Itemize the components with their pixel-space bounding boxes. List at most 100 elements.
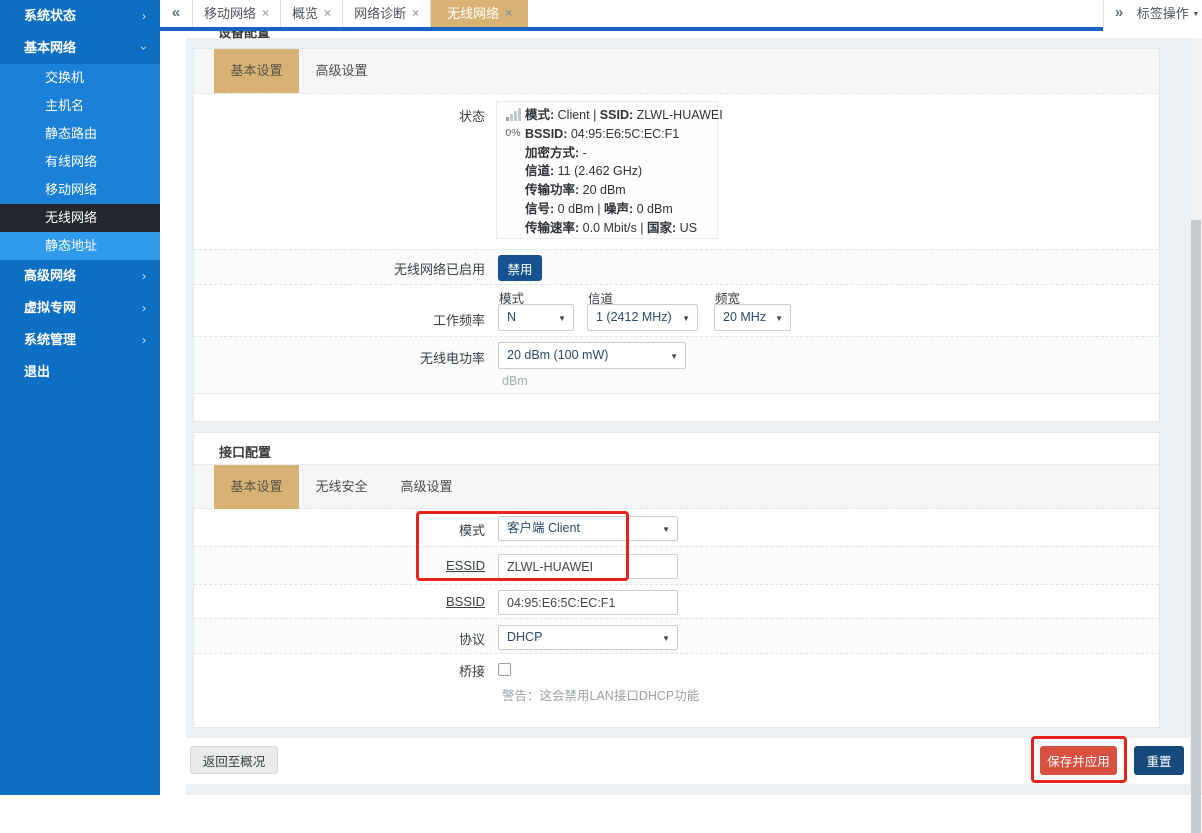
collapse-tabs-icon[interactable]: « <box>160 0 192 27</box>
interface-config-tabrow: 基本设置 无线安全 高级设置 <box>194 464 1159 509</box>
sidebar-item-label: 高级网络 <box>24 268 76 283</box>
close-icon[interactable]: × <box>262 0 269 27</box>
back-to-overview-button[interactable]: 返回至概况 <box>190 746 278 774</box>
top-tab-bar: « 移动网络×概览×网络诊断×无线网络× » 标签操作 ▼ <box>160 0 1202 31</box>
freq-channel-select[interactable]: 1 (2412 MHz) ▼ <box>587 304 698 331</box>
tab-label: 无线网络 <box>447 0 499 27</box>
mode-value: 客户端 Client <box>507 521 580 535</box>
freq-mode-value: N <box>507 310 516 324</box>
interface-config-panel: 接口配置 基本设置 无线安全 高级设置 模式 客户端 Client ▼ ESSI… <box>193 432 1160 728</box>
sidebar-item-静态路由[interactable]: 静态路由 <box>0 120 160 148</box>
chevron-down-icon: ▼ <box>670 343 678 369</box>
tab-interface-advanced[interactable]: 高级设置 <box>384 465 469 509</box>
chevron-down-icon: ▼ <box>662 626 670 650</box>
top-tab-移动网络[interactable]: 移动网络× <box>192 0 281 27</box>
scrollbar-track[interactable] <box>1190 38 1202 795</box>
top-tab-网络诊断[interactable]: 网络诊断× <box>343 0 431 27</box>
status-box: 0% 模式: Client | SSID: ZLWL-HUAWEIBSSID: … <box>496 101 718 239</box>
freq-channel-value: 1 (2412 MHz) <box>596 310 672 324</box>
chevron-right-icon: › <box>142 260 146 292</box>
status-line: 加密方式: - <box>525 144 723 163</box>
sidebar-item-label: 有线网络 <box>45 154 97 169</box>
sidebar-item-label: 移动网络 <box>45 182 97 197</box>
sidebar-item-有线网络[interactable]: 有线网络 <box>0 148 160 176</box>
operating-frequency-label: 工作频率 <box>194 310 491 329</box>
chevron-right-icon: › <box>142 0 146 32</box>
card1-footer-pad <box>194 393 1159 421</box>
bssid-row: BSSID <box>194 584 1159 618</box>
signal-indicator: 0% <box>503 108 523 139</box>
freq-mode-select[interactable]: N ▼ <box>498 304 574 331</box>
sidebar-item-label: 系统状态 <box>24 8 76 23</box>
chevron-down-icon: ▼ <box>1192 11 1199 18</box>
radio-power-select[interactable]: 20 dBm (100 mW) ▼ <box>498 342 686 369</box>
operating-frequency-row: 工作频率 模式 N ▼ 信道 1 (2412 MHz) ▼ 频宽 20 MHz … <box>194 284 1159 336</box>
content-background: 设备配置 基本设置 高级设置 状态 <box>186 38 1190 795</box>
disable-button[interactable]: 禁用 <box>498 255 542 281</box>
tab-device-advanced[interactable]: 高级设置 <box>299 49 384 93</box>
radio-power-unit-hint: dBm <box>502 374 528 388</box>
status-label: 状态 <box>194 106 491 125</box>
tab-operations-menu[interactable]: 标签操作 ▼ <box>1134 0 1202 27</box>
sidebar-item-主机名[interactable]: 主机名 <box>0 92 160 120</box>
status-line: 信道: 11 (2.462 GHz) <box>525 162 723 181</box>
tab-bar-underline <box>160 27 1103 31</box>
tab-interface-basic[interactable]: 基本设置 <box>214 465 299 509</box>
device-config-title: 设备配置 <box>218 31 270 41</box>
tab-label: 网络诊断 <box>354 0 406 27</box>
tab-device-basic[interactable]: 基本设置 <box>214 49 299 93</box>
close-icon[interactable]: × <box>412 0 419 27</box>
sidebar-item-高级网络[interactable]: 高级网络 › <box>0 260 160 292</box>
sidebar-item-label: 交换机 <box>45 70 84 85</box>
status-line: 传输功率: 20 dBm <box>525 181 723 200</box>
bssid-input[interactable] <box>498 590 678 615</box>
close-icon[interactable]: × <box>505 0 512 27</box>
protocol-select[interactable]: DHCP ▼ <box>498 625 678 650</box>
status-row: 状态 0% 模式: Client | SSID: ZLWL-HUAWEIBSSI… <box>194 94 1159 249</box>
status-lines: 模式: Client | SSID: ZLWL-HUAWEIBSSID: 04:… <box>525 106 723 238</box>
sidebar-item-静态地址[interactable]: 静态地址 <box>0 232 160 260</box>
chevron-down-icon: ▼ <box>662 517 670 541</box>
chevron-down-icon: ▼ <box>775 305 783 331</box>
mode-row: 模式 客户端 Client ▼ <box>194 511 1159 546</box>
sidebar-item-label: 系统管理 <box>24 332 76 347</box>
bridge-checkbox[interactable] <box>498 663 511 676</box>
essid-row: ESSID <box>194 546 1159 584</box>
top-tab-概览[interactable]: 概览× <box>281 0 343 27</box>
sidebar-item-label: 主机名 <box>45 98 84 113</box>
tab-label: 移动网络 <box>204 0 256 27</box>
scrollbar-thumb[interactable] <box>1191 220 1201 833</box>
mode-select[interactable]: 客户端 Client ▼ <box>498 516 678 541</box>
sidebar-nav: 系统状态›基本网络›交换机主机名静态路由有线网络移动网络无线网络静态地址高级网络… <box>0 0 160 795</box>
close-icon[interactable]: × <box>324 0 331 27</box>
protocol-row: 协议 DHCP ▼ <box>194 618 1159 653</box>
sidebar-item-移动网络[interactable]: 移动网络 <box>0 176 160 204</box>
chevron-down-icon: ▼ <box>558 305 566 331</box>
sidebar-item-label: 退出 <box>24 364 50 379</box>
sidebar-item-系统管理[interactable]: 系统管理› <box>0 324 160 356</box>
sidebar-item-系统状态[interactable]: 系统状态 › <box>0 0 160 32</box>
sidebar-item-交换机[interactable]: 交换机 <box>0 64 160 92</box>
sidebar-item-label: 静态路由 <box>45 126 97 141</box>
radio-power-row: 无线电功率 20 dBm (100 mW) ▼ dBm <box>194 336 1159 393</box>
status-line: BSSID: 04:95:E6:5C:EC:F1 <box>525 125 723 144</box>
tab-interface-security[interactable]: 无线安全 <box>299 465 384 509</box>
essid-label: ESSID <box>194 558 491 573</box>
status-line: 信号: 0 dBm | 噪声: 0 dBm <box>525 200 723 219</box>
top-tab-无线网络[interactable]: 无线网络× <box>431 0 528 27</box>
expand-tabs-icon[interactable]: » <box>1103 0 1134 27</box>
sidebar-item-基本网络[interactable]: 基本网络› <box>0 32 160 64</box>
tab-label: 概览 <box>292 0 318 27</box>
reset-button[interactable]: 重置 <box>1134 746 1184 775</box>
essid-input[interactable] <box>498 554 678 579</box>
sidebar-item-虚拟专网[interactable]: 虚拟专网› <box>0 292 160 324</box>
freq-width-select[interactable]: 20 MHz ▼ <box>714 304 791 331</box>
radio-power-label: 无线电功率 <box>194 348 491 367</box>
content-area: 设备配置 基本设置 高级设置 状态 <box>160 31 1202 795</box>
wireless-enabled-label: 无线网络已启用 <box>194 259 491 278</box>
save-and-apply-button[interactable]: 保存并应用 <box>1040 746 1117 775</box>
sidebar-item-退出[interactable]: 退出 <box>0 356 160 388</box>
signal-bars-icon <box>506 108 521 121</box>
interface-config-title: 接口配置 <box>219 442 271 461</box>
sidebar-item-无线网络[interactable]: 无线网络 <box>0 204 160 232</box>
